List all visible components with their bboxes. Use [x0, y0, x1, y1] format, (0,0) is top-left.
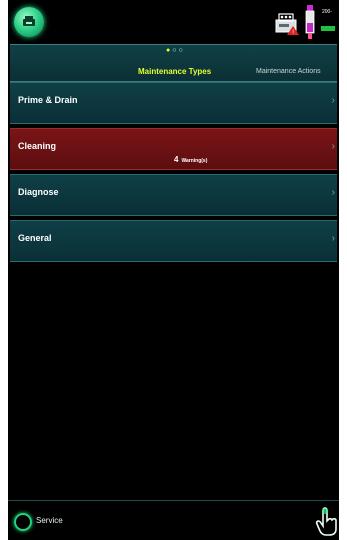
- hand-pointer-icon[interactable]: [314, 507, 339, 537]
- top-bar: ! 200-: [8, 0, 339, 44]
- warning-text: Warning(s): [181, 158, 208, 164]
- chevron-right-icon: ›: [331, 95, 335, 106]
- page-dot: ○: [178, 47, 185, 54]
- printer-icon[interactable]: !: [274, 12, 300, 36]
- chevron-right-icon: ›: [331, 233, 335, 244]
- service-icon[interactable]: [14, 513, 32, 531]
- menu-item-label: General: [18, 233, 52, 243]
- menu-item-label: Prime & Drain: [18, 95, 78, 105]
- menu-item-cleaning[interactable]: Cleaning 4 Warning(s) ›: [10, 128, 337, 170]
- ink-level-icon: [321, 26, 335, 31]
- service-button[interactable]: Service: [36, 516, 63, 525]
- chevron-right-icon: ›: [331, 187, 335, 198]
- menu-item-prime-drain[interactable]: Prime & Drain ›: [10, 82, 337, 124]
- chevron-right-icon: ›: [331, 141, 335, 152]
- menu-item-diagnose[interactable]: Diagnose ›: [10, 174, 337, 216]
- app-logo-icon[interactable]: [14, 7, 44, 37]
- warning-count: 4: [174, 155, 179, 164]
- bottom-bar: Service: [8, 500, 339, 540]
- page-indicator: ●○○: [166, 47, 185, 54]
- app-frame: ! 200- ●○○ Maintenance Types Maintenance…: [8, 0, 339, 540]
- menu-item-label: Cleaning: [18, 141, 57, 151]
- tab-maintenance-types[interactable]: Maintenance Types: [138, 67, 211, 76]
- ink-cartridge-icon[interactable]: [305, 5, 315, 41]
- tab-header: ●○○ Maintenance Types Maintenance Action…: [10, 44, 337, 82]
- warning-badge: 4 Warning(s): [174, 155, 207, 164]
- tab-maintenance-actions[interactable]: Maintenance Actions: [256, 68, 321, 75]
- menu-item-label: Diagnose: [18, 187, 59, 197]
- menu-item-general[interactable]: General ›: [10, 220, 337, 262]
